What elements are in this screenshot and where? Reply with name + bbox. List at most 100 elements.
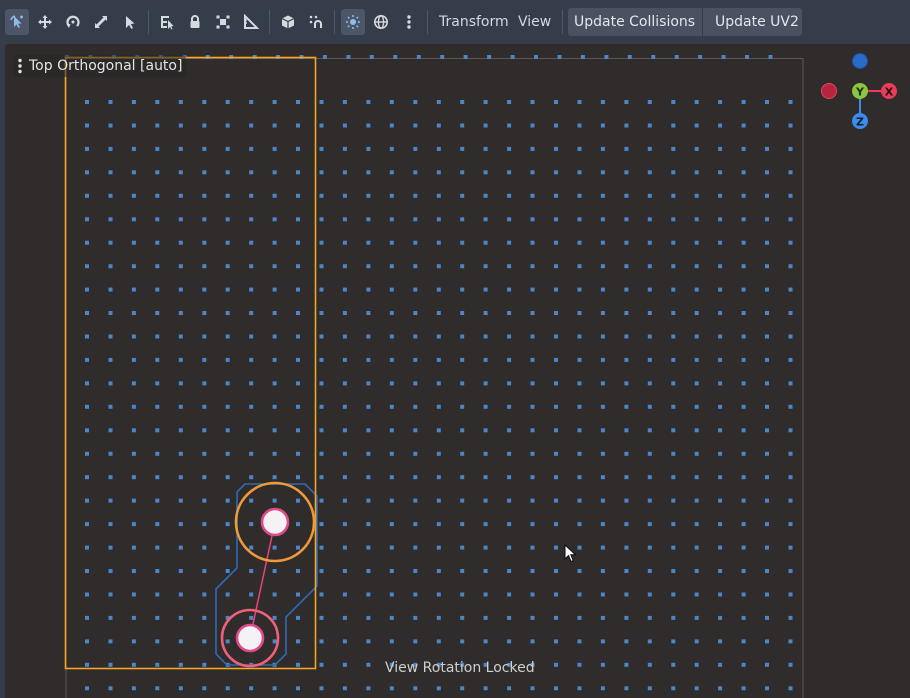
grid-dot (765, 217, 769, 222)
grid-dot (108, 639, 113, 644)
grid-dot (554, 686, 558, 691)
grid-dot (225, 264, 230, 269)
grid-dot (741, 615, 746, 620)
grid-dot (296, 569, 300, 573)
grid-dot (530, 686, 535, 691)
local-space-button[interactable] (276, 9, 300, 35)
handle-point-top[interactable] (260, 507, 290, 537)
grid-dot (155, 592, 160, 597)
more-options-button[interactable] (397, 9, 421, 35)
grid-dot (202, 522, 207, 527)
grid-dot (694, 404, 699, 409)
grid-dot (389, 451, 394, 456)
grid-dot (483, 639, 488, 644)
grid-dot (272, 170, 277, 175)
grid-dot (788, 287, 793, 292)
rotate-mode-button[interactable] (61, 9, 85, 35)
grid-dot (460, 381, 465, 386)
scale-mode-button[interactable] (89, 9, 113, 35)
grid-dot (507, 100, 512, 104)
grid-dot (647, 569, 652, 573)
lock-button[interactable] (183, 9, 207, 35)
grid-dot (765, 334, 769, 339)
viewport-canvas[interactable] (5, 44, 910, 698)
grid-dot (342, 428, 347, 433)
grid-dot (483, 170, 488, 175)
ruler-button[interactable] (239, 9, 263, 35)
sun-icon (346, 15, 360, 29)
grid-dot (788, 428, 793, 433)
sun-preview-toggle[interactable] (341, 9, 365, 35)
handle-point-bottom[interactable] (235, 623, 265, 653)
grid-dot (554, 123, 558, 128)
grid-dot (342, 123, 347, 128)
3d-viewport[interactable]: Top Orthogonal [auto] X Y Z View Rotatio… (5, 44, 910, 698)
grid-dot (557, 55, 562, 59)
grid-dot (647, 498, 652, 503)
grid-dot (389, 123, 394, 128)
grid-dot (718, 615, 723, 620)
update-uv2-button[interactable]: Update UV2 (703, 8, 802, 36)
grid-dot (342, 545, 347, 550)
select-mode-button[interactable] (5, 9, 29, 35)
grid-dot (741, 522, 746, 527)
grid-dot (389, 193, 394, 198)
grid-dot (460, 592, 465, 597)
grid-dot (507, 311, 512, 315)
grid-dot (155, 475, 160, 480)
update-collisions-button[interactable]: Update Collisions (568, 8, 702, 36)
group-button[interactable] (211, 9, 235, 35)
grid-dot (342, 311, 347, 315)
grid-dot (85, 592, 89, 597)
grid-dot (389, 545, 394, 550)
grid-dot (225, 217, 230, 222)
environment-preview-toggle[interactable] (369, 9, 393, 35)
view-menu[interactable]: View (518, 9, 551, 35)
grid-dot (741, 639, 746, 644)
grid-dot (577, 170, 582, 175)
grid-dot (131, 240, 136, 245)
move-mode-button[interactable] (33, 9, 57, 35)
grid-dot (296, 170, 300, 175)
grid-dot (487, 55, 492, 59)
view-menu-label[interactable]: Top Orthogonal [auto] (13, 55, 187, 77)
grid-dot (647, 451, 652, 456)
grid-dot (554, 357, 558, 362)
pivot-button[interactable] (155, 9, 179, 35)
grid-dot (413, 569, 418, 573)
grid-dot (483, 592, 488, 597)
grid-dot (296, 428, 300, 433)
grid-dot (85, 451, 89, 456)
grid-dot (249, 451, 254, 456)
grid-dot (647, 662, 652, 667)
grid-dot (85, 404, 89, 409)
transform-menu[interactable]: Transform (439, 9, 509, 35)
grid-dot (342, 100, 347, 104)
grid-dot (155, 240, 160, 245)
grid-dot (389, 615, 394, 620)
more-options-icon (407, 15, 411, 29)
grid-dot (718, 686, 723, 691)
gizmo-neg-x[interactable] (821, 83, 837, 99)
grid-dot (272, 381, 277, 386)
grid-dot (155, 639, 160, 644)
grid-dot (413, 100, 418, 104)
grid-dot (436, 592, 441, 597)
grid-dot (319, 357, 324, 362)
grid-dot (296, 639, 300, 644)
gizmo-neg-z[interactable] (852, 53, 868, 69)
grid-dot (788, 451, 793, 456)
list-select-button[interactable] (117, 9, 141, 35)
snap-button[interactable] (304, 9, 328, 35)
grid-dot (225, 357, 230, 362)
grid-dot (460, 123, 465, 128)
grid-dot (483, 381, 488, 386)
orientation-gizmo[interactable]: X Y Z (820, 51, 900, 133)
grid-dot (483, 498, 488, 503)
grid-dot (155, 100, 160, 104)
grid-dot (694, 686, 699, 691)
grid-dot (577, 686, 582, 691)
grid-dot (319, 522, 324, 527)
grid-dot (600, 264, 605, 269)
grid-dot (108, 545, 113, 550)
